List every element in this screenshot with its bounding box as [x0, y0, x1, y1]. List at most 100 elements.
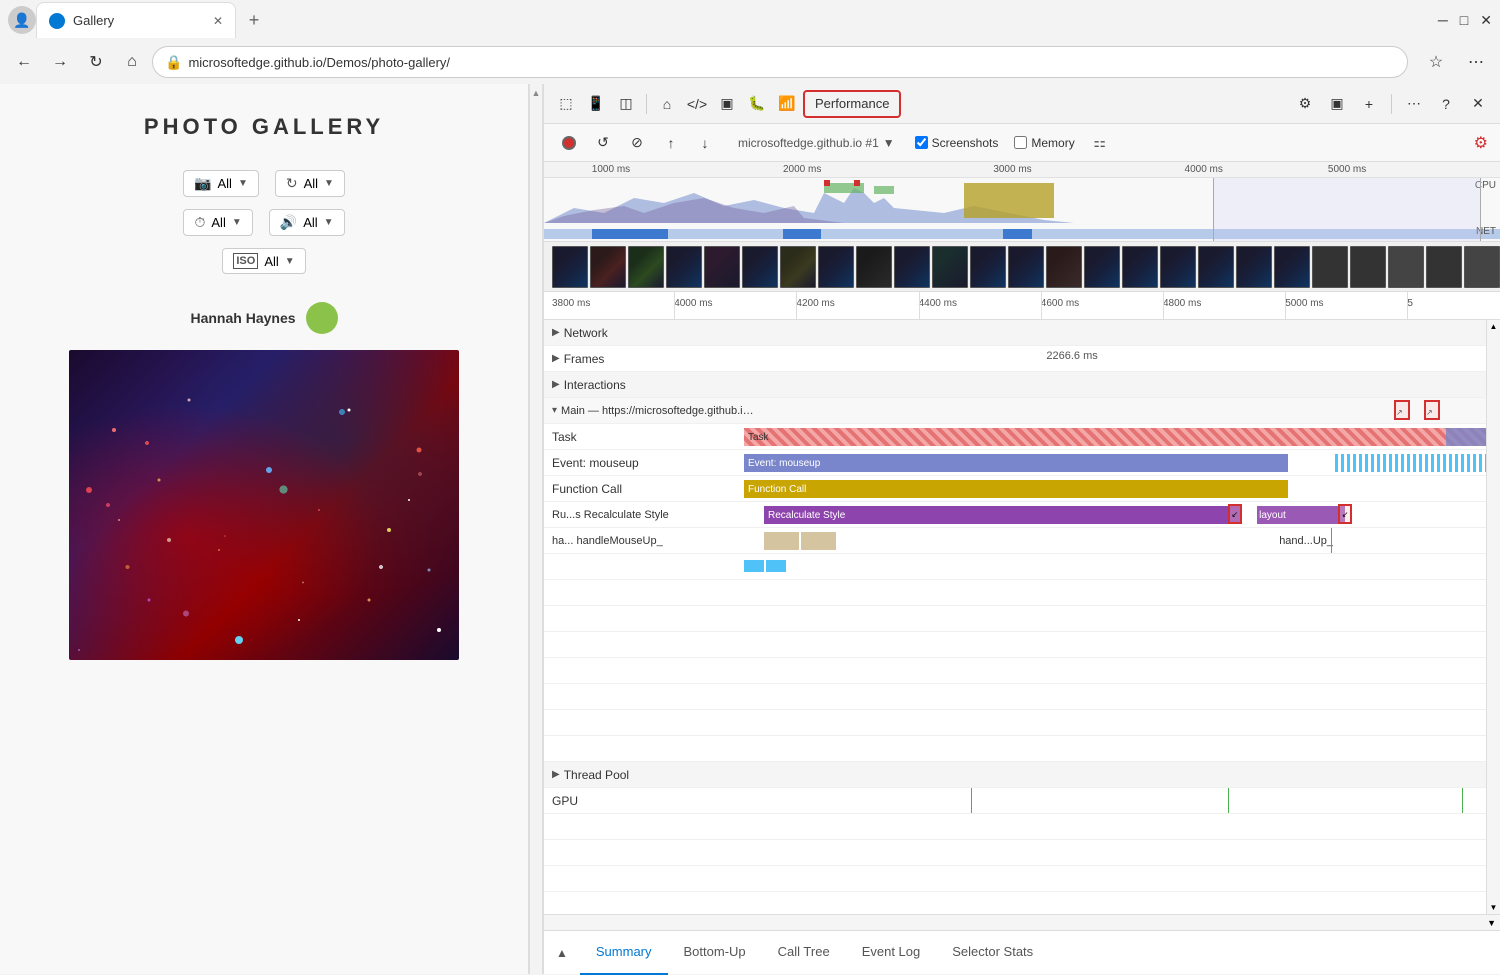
more-tools-button[interactable]: ⋯: [1400, 90, 1428, 118]
empty-row-bottom-4: [544, 892, 1500, 914]
debugger-button[interactable]: 🐛: [743, 90, 771, 118]
address-bar[interactable]: 🔒 microsoftedge.github.io/Demos/photo-ga…: [152, 46, 1408, 78]
tab-close-button[interactable]: ✕: [213, 14, 223, 28]
frames-expand[interactable]: ▶: [552, 353, 560, 364]
network-expand[interactable]: ▶: [552, 327, 560, 338]
selection-overlay[interactable]: [1213, 178, 1481, 241]
memory-toggle[interactable]: Memory: [1014, 136, 1074, 150]
home-button[interactable]: ⌂: [116, 46, 148, 78]
download-button[interactable]: ↓: [692, 130, 718, 156]
recording-bar: ↺ ⊘ ↑ ↓ microsoftedge.github.io #1 ▼ Scr…: [544, 124, 1500, 162]
home-devtools-button[interactable]: ⌂: [653, 90, 681, 118]
back-button[interactable]: ←: [8, 46, 40, 78]
task-row[interactable]: Task Task: [544, 424, 1500, 450]
event-mouseup-content: Event: mouseup: [744, 450, 1500, 475]
tab-performance[interactable]: Performance: [803, 90, 901, 118]
tab-summary[interactable]: Summary: [580, 931, 668, 975]
timeline-overview[interactable]: 1000 ms 2000 ms 3000 ms 4000 ms 5000 ms: [544, 162, 1500, 242]
main-thread-header[interactable]: ▾ Main — https://microsoftedge.github.io…: [544, 398, 1500, 424]
ruler-4200: 4200 ms: [796, 298, 834, 309]
scroll-down-indicator[interactable]: ▼: [1488, 901, 1500, 914]
reload-record-button[interactable]: ↺: [590, 130, 616, 156]
flame-chart[interactable]: ▲ ▼ ▶ Network ▶ Frames 2266.6 ms: [544, 320, 1500, 914]
record-button[interactable]: [556, 130, 582, 156]
browser-menu-button[interactable]: ⋯: [1460, 46, 1492, 78]
inspect-element-button[interactable]: ⬚: [552, 90, 580, 118]
split-view-button[interactable]: ◫: [612, 90, 640, 118]
upload-button[interactable]: ↑: [658, 130, 684, 156]
wifi-button[interactable]: 📶: [773, 90, 801, 118]
network-monitor-button[interactable]: ▣: [713, 90, 741, 118]
camera-filter-value: All: [218, 176, 232, 191]
thread-pool-row[interactable]: ▶ Thread Pool: [544, 762, 1500, 788]
device-emulation-button[interactable]: 📱: [582, 90, 610, 118]
code-button[interactable]: </>: [683, 90, 711, 118]
scroll-up-indicator[interactable]: ▲: [1488, 320, 1500, 333]
profile-icon[interactable]: 👤: [8, 6, 36, 34]
maximize-button[interactable]: □: [1460, 12, 1468, 28]
tab-event-log[interactable]: Event Log: [846, 931, 937, 975]
screenshot-2: [628, 246, 664, 288]
empty-row-7: [544, 736, 1500, 762]
handle-mouseup-row[interactable]: ha... handleMouseUp_ hand...Up_: [544, 528, 1500, 554]
iso-filter[interactable]: ISO All ▼: [222, 248, 305, 274]
clear-button[interactable]: ⊘: [624, 130, 650, 156]
gpu-row[interactable]: GPU: [544, 788, 1500, 814]
camera-filter[interactable]: 📷 All ▼: [183, 170, 259, 197]
event-mouseup-row[interactable]: Event: mouseup Event: mouseup: [544, 450, 1500, 476]
scroll-up-arrow[interactable]: ▲: [532, 88, 541, 98]
close-devtools-button[interactable]: ✕: [1464, 90, 1492, 118]
more-settings-button[interactable]: ⚏: [1087, 130, 1113, 156]
tab-event-log-label: Event Log: [862, 944, 921, 959]
memory-checkbox[interactable]: [1014, 136, 1027, 149]
tab-selector-stats[interactable]: Selector Stats: [936, 931, 1049, 975]
add-panel-button[interactable]: +: [1355, 90, 1383, 118]
forward-button[interactable]: →: [44, 46, 76, 78]
layers-button[interactable]: ▣: [1323, 90, 1351, 118]
new-tab-button[interactable]: +: [240, 6, 268, 34]
net-segment-1: [592, 229, 668, 239]
task-content: Task: [744, 424, 1500, 449]
timer-filter[interactable]: ⏱ All ▼: [183, 209, 252, 236]
refresh-button[interactable]: ↻: [80, 46, 112, 78]
recalculate-row[interactable]: Ru...s Recalculate Style Recalculate Sty…: [544, 502, 1500, 528]
performance-settings-button[interactable]: ⚙: [1474, 133, 1488, 153]
minimize-button[interactable]: ─: [1438, 12, 1448, 28]
help-button[interactable]: ?: [1432, 90, 1460, 118]
screenshots-toggle[interactable]: Screenshots: [915, 136, 999, 150]
screenshots-checkbox[interactable]: [915, 136, 928, 149]
gpu-line-1: [971, 788, 972, 813]
ruler-mark-2000: 2000 ms: [783, 164, 821, 175]
function-call-row[interactable]: Function Call Function Call: [544, 476, 1500, 502]
bottom-expand-arrow[interactable]: ▲: [556, 946, 568, 960]
blue-bar-2: [766, 560, 786, 572]
network-row[interactable]: ▶ Network: [544, 320, 1500, 346]
indicator-arrow-2: ↗: [1426, 408, 1433, 417]
overview-ruler: 1000 ms 2000 ms 3000 ms 4000 ms 5000 ms: [544, 162, 1500, 178]
gpu-line-2: [1228, 788, 1229, 813]
rotate-filter[interactable]: ↻ All ▼: [275, 170, 345, 197]
task-purple-bar: [1446, 428, 1486, 446]
ruler-container: 3800 ms 4000 ms 4200 ms 4400 ms 4600 ms …: [552, 292, 1492, 319]
close-button[interactable]: ✕: [1480, 12, 1492, 29]
empty-row-bottom-3: [544, 866, 1500, 892]
tab-bottom-up[interactable]: Bottom-Up: [668, 931, 762, 975]
green-vertical-line: [1331, 528, 1332, 553]
screenshot-19: [1274, 246, 1310, 288]
frames-row[interactable]: ▶ Frames 2266.6 ms: [544, 346, 1500, 372]
thread-pool-expand[interactable]: ▶: [552, 769, 560, 780]
settings-button[interactable]: ⚙: [1291, 90, 1319, 118]
interactions-expand[interactable]: ▶: [552, 379, 560, 390]
speaker-filter[interactable]: 🔊 All ▼: [269, 209, 345, 236]
recording-target-dropdown[interactable]: microsoftedge.github.io #1 ▼: [738, 136, 895, 150]
main-expand[interactable]: ▾: [552, 405, 557, 416]
browser-tab-gallery[interactable]: Gallery ✕: [36, 2, 236, 38]
handle-mouseup-content: hand...Up_: [764, 528, 1500, 553]
rotate-filter-arrow: ▼: [324, 178, 334, 189]
screenshot-9: [894, 246, 930, 288]
ruler-4800: 4800 ms: [1163, 298, 1201, 309]
bottom-scroll-down[interactable]: ▼: [1487, 918, 1496, 928]
favorites-button[interactable]: ☆: [1420, 46, 1452, 78]
interactions-row[interactable]: ▶ Interactions: [544, 372, 1500, 398]
tab-call-tree[interactable]: Call Tree: [762, 931, 846, 975]
